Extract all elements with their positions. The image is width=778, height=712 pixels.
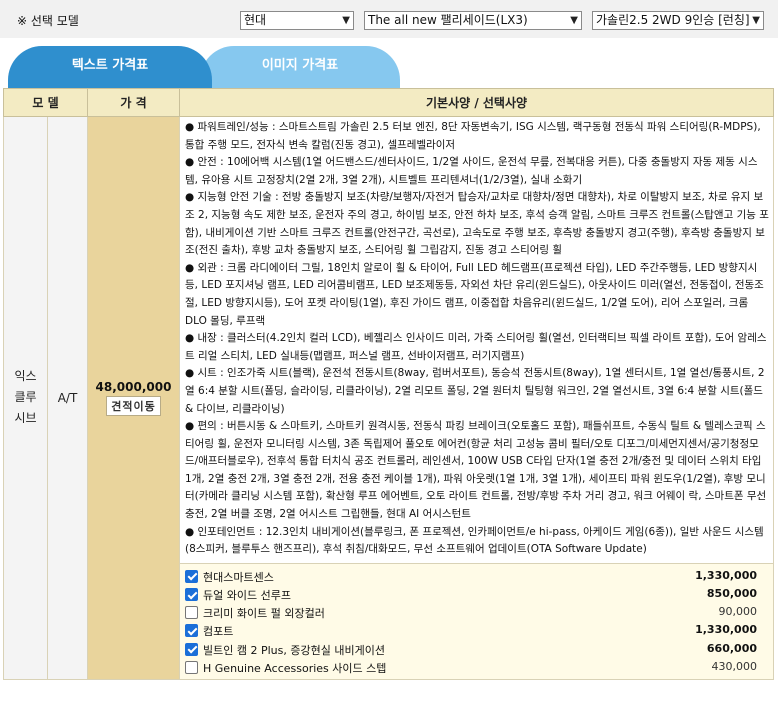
option-item[interactable]: 현대스마트센스 1,330,000 [184, 568, 757, 586]
option-price: 90,000 [718, 605, 758, 619]
option-checkbox[interactable] [185, 660, 199, 674]
model-name: 익스 클루 시브 [3, 116, 48, 680]
option-name: 듀얼 와이드 선루프 [203, 589, 291, 603]
trim-select-value: 가솔린2.5 2WD 9인승 [런칭] [596, 13, 750, 27]
price-cell: 48,000,000 견적이동 [87, 116, 181, 680]
quote-button[interactable]: 견적이동 [106, 395, 161, 416]
spec-infotainment: ● 인포테인먼트 : 12.3인치 내비게이션(블루링크, 폰 프로젝션, 인카… [185, 525, 764, 556]
selector-label: ※ 선택 모델 [17, 14, 79, 28]
option-checkbox[interactable] [185, 606, 199, 620]
spec-adas: ● 지능형 안전 기술 : 전방 충돌방지 보조(차량/보행자/자전거 탑승자/… [185, 191, 769, 257]
spec-safety: ● 안전 : 10에어백 시스템(1열 어드밴스드/센터사이드, 1/2열 사이… [185, 156, 758, 186]
brand-select[interactable]: 현대 ▼ [240, 11, 354, 30]
option-price: 660,000 [706, 641, 758, 655]
header-price: 가 격 [87, 88, 181, 117]
option-list: 현대스마트센스 1,330,000 듀얼 와이드 선루프 850,000 크리미… [179, 562, 775, 680]
option-item[interactable]: 듀얼 와이드 선루프 850,000 [184, 586, 757, 604]
model-selector-bar: ※ 선택 모델 현대 ▼ The all new 팰리세이드(LX3) ▼ 가솔… [0, 0, 778, 38]
option-name: 빌트인 캠 2 Plus, 증강현실 내비게이션 [203, 643, 385, 657]
option-name: 컴포트 [203, 625, 234, 639]
spec-interior: ● 내장 : 클러스터(4.2인치 컬러 LCD), 베젤리스 인사이드 미러,… [185, 332, 767, 362]
option-price: 850,000 [706, 587, 758, 601]
option-price: 430,000 [711, 659, 758, 673]
tab-image-price[interactable]: 이미지 가격표 [200, 46, 400, 88]
option-checkbox[interactable] [185, 642, 199, 656]
spec-exterior: ● 외관 : 크롬 라디에이터 그릴, 18인치 알로이 휠 & 타이어, Fu… [185, 261, 764, 327]
header-model: 모 델 [2, 88, 89, 117]
option-item[interactable]: 크리미 화이트 펄 외장컬러 90,000 [184, 604, 757, 622]
option-price: 1,330,000 [695, 623, 758, 637]
option-price: 1,330,000 [695, 568, 758, 582]
chevron-down-icon: ▼ [342, 15, 350, 26]
option-checkbox[interactable] [185, 569, 199, 583]
model-name-text: 익스 클루 시브 [14, 369, 37, 426]
option-item[interactable]: 빌트인 캠 2 Plus, 증강현실 내비게이션 660,000 [184, 641, 757, 659]
table-header-row: 모 델 가 격 기본사양 / 선택사양 [2, 88, 775, 117]
model-select[interactable]: The all new 팰리세이드(LX3) ▼ [364, 11, 582, 30]
option-name: 현대스마트센스 [203, 570, 274, 584]
option-checkbox[interactable] [185, 588, 199, 602]
table-row: 익스 클루 시브 A/T 48,000,000 견적이동 ● 파워트레인/성능 … [3, 116, 775, 680]
trim-select[interactable]: 가솔린2.5 2WD 9인승 [런칭] ▼ [592, 11, 764, 30]
spec-powertrain: ● 파워트레인/성능 : 스마트스트림 가솔린 2.5 터보 엔진, 8단 자동… [185, 121, 761, 151]
spec-convenience: ● 편의 : 버튼시동 & 스마트키, 스마트키 원격시동, 전동식 파킹 브레… [185, 420, 767, 521]
model-select-value: The all new 팰리세이드(LX3) [368, 13, 528, 27]
option-name: H Genuine Accessories 사이드 스텝 [203, 661, 387, 675]
header-spec: 기본사양 / 선택사양 [179, 88, 775, 117]
spec-seats: ● 시트 : 인조가죽 시트(블랙), 운전석 전동시트(8way, 럼버서포트… [185, 367, 765, 415]
price-table: 모 델 가 격 기본사양 / 선택사양 익스 클루 시브 A/T 48,000,… [2, 88, 775, 680]
base-price: 48,000,000 [95, 379, 172, 394]
brand-select-value: 현대 [244, 13, 267, 27]
transmission: A/T [46, 116, 89, 680]
chevron-down-icon: ▼ [570, 15, 578, 26]
option-item[interactable]: 컴포트 1,330,000 [184, 622, 757, 640]
option-item[interactable]: H Genuine Accessories 사이드 스텝 430,000 [184, 659, 757, 677]
price-tabs: 이미지 가격표 텍스트 가격표 [0, 38, 778, 88]
tab-text-price[interactable]: 텍스트 가격표 [8, 46, 212, 88]
option-checkbox[interactable] [185, 624, 199, 638]
basic-spec-list: ● 파워트레인/성능 : 스마트스트림 가솔린 2.5 터보 엔진, 8단 자동… [179, 116, 775, 564]
option-name: 크리미 화이트 펄 외장컬러 [203, 607, 325, 621]
chevron-down-icon: ▼ [752, 15, 760, 26]
